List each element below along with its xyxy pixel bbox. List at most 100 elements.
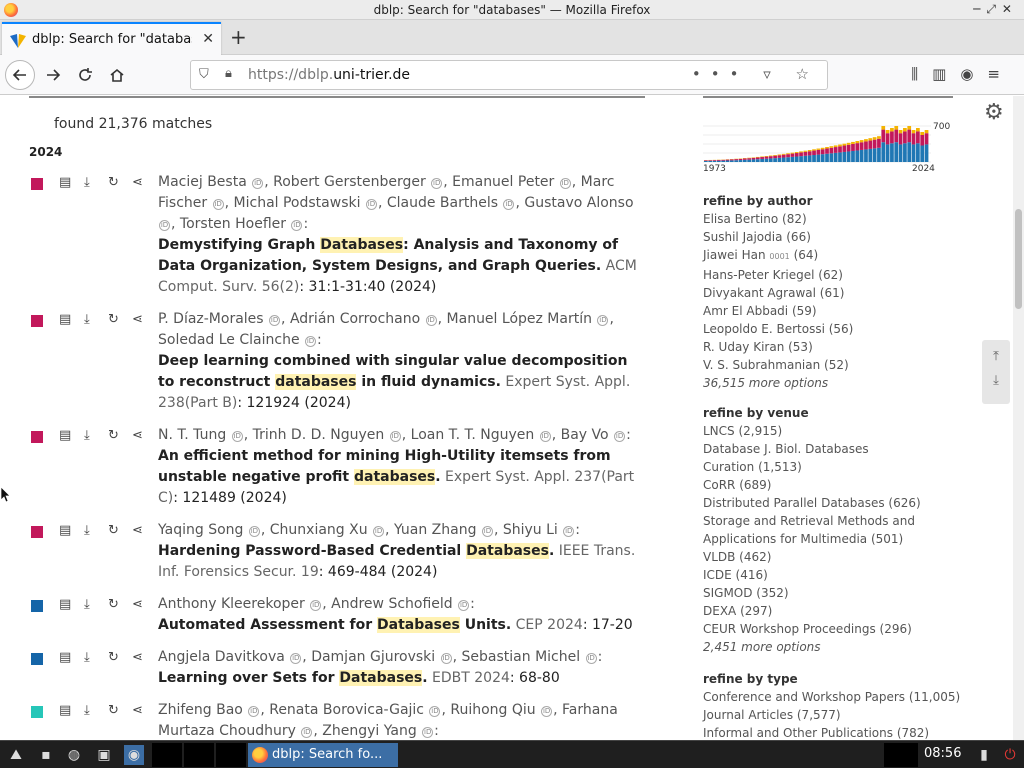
result-venue[interactable]: CEP 2024 (516, 617, 583, 633)
jump-to-top-icon[interactable]: ⤒ (982, 349, 1010, 364)
author-link[interactable]: Yaqing Song (158, 522, 243, 538)
ask-others-icon[interactable]: ↻ (108, 597, 119, 612)
tracking-protection-icon[interactable]: ⛉ (199, 67, 209, 82)
orcid-icon[interactable]: iD (597, 315, 609, 326)
result-authors[interactable]: Maciej Besta iD, Robert Gerstenberger iD… (158, 174, 634, 232)
taskbar-firefox-task[interactable]: dblp: Search fo... (248, 743, 398, 767)
workspace-3[interactable] (216, 743, 246, 767)
forward-button[interactable] (39, 61, 67, 89)
close-tab-icon[interactable]: ✕ (202, 31, 214, 47)
orcid-icon[interactable]: iD (291, 220, 303, 231)
url-bar[interactable]: ⛉ 🔒︎ https://dblp.uni-trier.de ••• ▿ ☆ (190, 60, 828, 90)
orcid-icon[interactable]: iD (539, 431, 551, 442)
electronic-edition-icon[interactable]: ▤ (59, 428, 71, 443)
electronic-edition-icon[interactable]: ▤ (59, 523, 71, 538)
author-link[interactable]: Angjela Davitkova (158, 649, 285, 665)
refine-venue-item[interactable]: Storage and Retrieval Methods and Applic… (703, 512, 918, 548)
toolbar-right-icons[interactable]: ⫼▥◉≡ (911, 65, 1014, 83)
result-authors[interactable]: N. T. Tung iD, Trinh D. D. Nguyen iD, Lo… (158, 427, 631, 443)
author-link[interactable]: Soledad Le Clainche (158, 332, 300, 348)
refine-venue-more[interactable]: 2,451 more options (703, 638, 953, 656)
reload-button[interactable] (71, 61, 99, 89)
result-authors[interactable]: Anthony Kleerekoper iD, Andrew Schofield… (158, 596, 475, 612)
terminal-icon[interactable]: ▣ (94, 745, 114, 765)
lock-icon[interactable]: 🔒︎ (225, 66, 232, 81)
refine-venue-item[interactable]: VLDB (462) (703, 548, 953, 566)
orcid-icon[interactable]: iD (159, 220, 170, 231)
orcid-icon[interactable]: iD (248, 706, 260, 717)
orcid-icon[interactable]: iD (425, 315, 437, 326)
refine-venue-item[interactable]: CEUR Workshop Proceedings (296) (703, 620, 953, 638)
author-link[interactable]: Sebastian Michel (462, 649, 581, 665)
orcid-icon[interactable]: iD (373, 526, 385, 537)
refine-author-item[interactable]: Sushil Jajodia (66) (703, 228, 853, 246)
refine-type-item[interactable]: Conference and Workshop Papers (11,005) (703, 688, 960, 706)
refine-author-item[interactable]: V. S. Subrahmanian (52) (703, 356, 853, 374)
electronic-edition-icon[interactable]: ▤ (59, 597, 71, 612)
refine-venue-item[interactable]: ICDE (416) (703, 566, 953, 584)
home-button[interactable] (103, 61, 131, 89)
result-authors[interactable]: Angjela Davitkova iD, Damjan Gjurovski i… (158, 649, 602, 665)
orcid-icon[interactable]: iD (585, 653, 597, 664)
ask-others-icon[interactable]: ↻ (108, 523, 119, 538)
export-record-icon[interactable]: ⤓ (84, 703, 90, 718)
url-text[interactable]: https://dblp.uni-trier.de (248, 67, 410, 83)
share-icon[interactable]: ⋖ (132, 523, 143, 538)
orcid-icon[interactable]: iD (269, 315, 281, 326)
author-link[interactable]: Maciej Besta (158, 174, 247, 190)
export-record-icon[interactable]: ⤓ (84, 523, 90, 538)
share-icon[interactable]: ⋖ (132, 312, 143, 327)
orcid-icon[interactable]: iD (365, 199, 377, 210)
author-link[interactable]: Michal Podstawski (234, 195, 361, 211)
refine-venue-item[interactable]: CoRR (689) (703, 476, 953, 494)
result-venue[interactable]: EDBT 2024 (432, 670, 510, 686)
author-link[interactable]: Trinh D. D. Nguyen (253, 427, 385, 443)
orcid-icon[interactable]: iD (248, 526, 260, 537)
files-icon[interactable]: ▪ (36, 745, 56, 765)
author-link[interactable]: Manuel López Martín (447, 311, 592, 327)
author-link[interactable]: Anthony Kleerekoper (158, 596, 305, 612)
orcid-icon[interactable]: iD (563, 526, 575, 537)
author-link[interactable]: Bay Vo (561, 427, 609, 443)
orcid-icon[interactable]: iD (252, 178, 264, 189)
electronic-edition-icon[interactable]: ▤ (59, 312, 71, 327)
start-menu-icon[interactable]: ⛰ (6, 745, 26, 765)
url-actions[interactable]: ••• ▿ ☆ (692, 65, 819, 83)
orcid-icon[interactable]: iD (231, 431, 243, 442)
electronic-edition-icon[interactable]: ▤ (59, 650, 71, 665)
ask-others-icon[interactable]: ↻ (108, 312, 119, 327)
author-link[interactable]: Torsten Hoefler (180, 216, 286, 232)
refine-author-item[interactable]: Hans-Peter Kriegel (62) (703, 266, 853, 284)
orcid-icon[interactable]: iD (559, 178, 571, 189)
share-icon[interactable]: ⋖ (132, 175, 143, 190)
orcid-icon[interactable]: iD (429, 706, 441, 717)
refine-type-item[interactable]: Informal and Other Publications (782) (703, 724, 960, 740)
author-link[interactable]: Zhifeng Bao (158, 702, 243, 718)
export-record-icon[interactable]: ⤓ (84, 650, 90, 665)
share-icon[interactable]: ⋖ (132, 428, 143, 443)
orcid-icon[interactable]: iD (541, 706, 553, 717)
refine-venue-item[interactable]: DEXA (297) (703, 602, 953, 620)
electronic-edition-icon[interactable]: ▤ (59, 703, 71, 718)
orcid-icon[interactable]: iD (290, 653, 302, 664)
author-link[interactable]: N. T. Tung (158, 427, 226, 443)
export-record-icon[interactable]: ⤓ (84, 175, 90, 190)
tray-app-icon[interactable]: ▮ (974, 745, 994, 765)
browser-globe-icon[interactable]: ◍ (64, 745, 84, 765)
refine-venue-item[interactable]: SIGMOD (352) (703, 584, 953, 602)
author-link[interactable]: Zhengyi Yang (322, 723, 416, 739)
settings-gear-icon[interactable]: ⚙ (984, 100, 1004, 125)
ask-others-icon[interactable]: ↻ (108, 175, 119, 190)
author-link[interactable]: Chunxiang Xu (270, 522, 368, 538)
refine-author-item[interactable]: Elisa Bertino (82) (703, 210, 853, 228)
orcid-icon[interactable]: iD (614, 431, 626, 442)
export-record-icon[interactable]: ⤓ (84, 597, 90, 612)
vertical-scrollbar[interactable] (1013, 96, 1024, 740)
new-tab-button[interactable]: + (230, 25, 247, 49)
refine-author-item[interactable]: Leopoldo E. Bertossi (56) (703, 320, 853, 338)
electronic-edition-icon[interactable]: ▤ (59, 175, 71, 190)
back-button[interactable] (5, 60, 35, 90)
ask-others-icon[interactable]: ↻ (108, 703, 119, 718)
result-authors[interactable]: Zhifeng Bao iD, Renata Borovica-Gajic iD… (158, 702, 618, 739)
refine-venue-item[interactable]: LNCS (2,915) (703, 422, 953, 440)
